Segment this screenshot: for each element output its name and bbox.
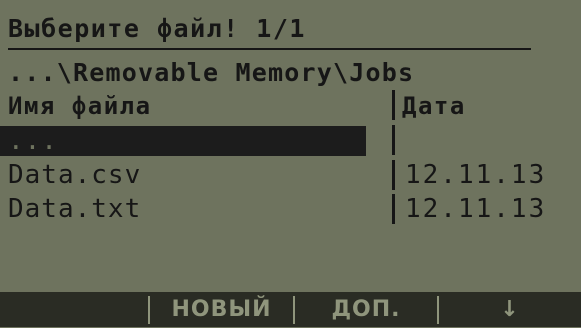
softkey-down-arrow[interactable]: ↓ bbox=[439, 292, 581, 327]
file-name: Data.txt bbox=[8, 194, 142, 224]
softkey-more[interactable]: ДОП. bbox=[295, 292, 437, 327]
current-path: ...\Removable Memory\Jobs bbox=[8, 58, 415, 87]
title-divider bbox=[8, 48, 531, 50]
screen-title: Выберите файл! 1/1 bbox=[8, 14, 306, 43]
softkey-f1[interactable] bbox=[0, 292, 148, 327]
file-date: 12.11.13 bbox=[405, 160, 547, 190]
softkey-new[interactable]: НОВЫЙ bbox=[150, 292, 293, 327]
file-select-screen: Выберите файл! 1/1 ...\Removable Memory\… bbox=[0, 0, 581, 327]
file-name: Data.csv bbox=[8, 160, 142, 190]
column-separator bbox=[392, 194, 395, 224]
column-header-filename: Имя файла bbox=[8, 92, 152, 120]
file-date: 12.11.13 bbox=[405, 194, 547, 224]
column-header-date: Дата bbox=[402, 92, 466, 120]
file-name: ... bbox=[8, 126, 58, 156]
softkey-bar: НОВЫЙ ДОП. ↓ bbox=[0, 292, 581, 327]
column-separator bbox=[392, 160, 395, 190]
column-separator bbox=[392, 90, 395, 120]
column-separator bbox=[392, 125, 395, 155]
